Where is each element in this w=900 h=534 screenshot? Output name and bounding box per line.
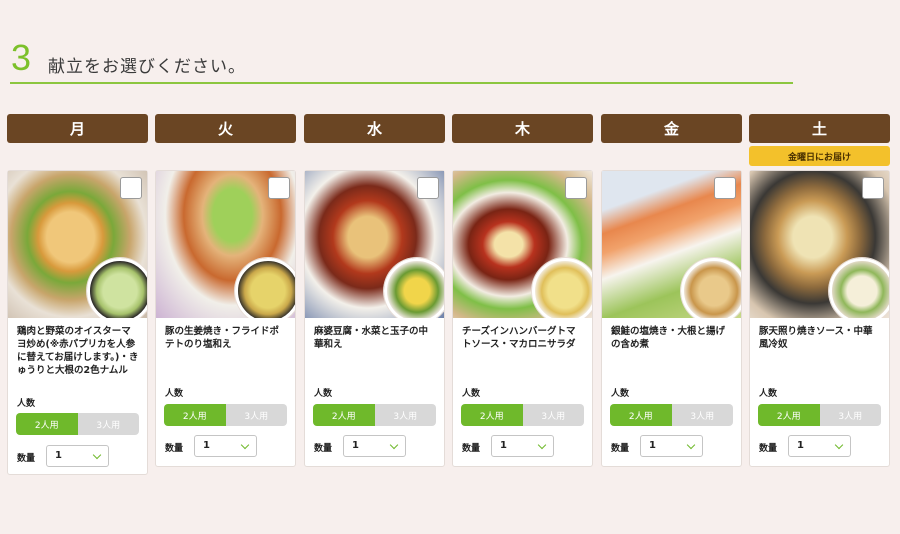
quantity-select[interactable]: 1 <box>640 435 703 457</box>
day-header-sat: 土 <box>749 114 890 143</box>
servings-option-2[interactable]: 2人用 <box>16 413 78 435</box>
quantity-value: 1 <box>55 450 62 461</box>
menu-card-sat: 豚天照り焼きソース・中華風冷奴 人数 2人用 3人用 数量 1 <box>749 170 890 467</box>
dish-photo <box>453 171 592 318</box>
servings-toggle: 2人用 3人用 <box>758 404 881 426</box>
servings-option-2[interactable]: 2人用 <box>313 404 375 426</box>
servings-label: 人数 <box>17 399 36 409</box>
quantity-label: 数量 <box>611 444 630 454</box>
menu-name: 豚天照り焼きソース・中華風冷奴 <box>759 326 873 350</box>
quantity-label: 数量 <box>314 444 333 454</box>
dish-photo <box>750 171 889 318</box>
day-header-mon: 月 <box>7 114 148 143</box>
servings-option-3[interactable]: 3人用 <box>819 404 881 426</box>
chevron-down-icon <box>686 440 696 450</box>
quantity-select[interactable]: 1 <box>194 435 257 457</box>
menu-name: 銀鮭の塩焼き・大根と揚げの含め煮 <box>611 326 726 350</box>
step-title: 献立をお選びください。 <box>48 57 246 77</box>
quantity-select[interactable]: 1 <box>343 435 406 457</box>
servings-label: 人数 <box>314 389 333 399</box>
servings-label: 人数 <box>759 389 778 399</box>
servings-option-2[interactable]: 2人用 <box>758 404 820 426</box>
quantity-select[interactable]: 1 <box>788 435 851 457</box>
servings-option-2[interactable]: 2人用 <box>164 404 226 426</box>
menu-card-tue: 豚の生姜焼き・フライドポテトのり塩和え 人数 2人用 3人用 数量 1 <box>155 170 296 467</box>
quantity-value: 1 <box>203 440 210 451</box>
select-checkbox[interactable] <box>565 177 587 199</box>
quantity-value: 1 <box>500 440 507 451</box>
dish-photo <box>602 171 741 318</box>
quantity-label: 数量 <box>17 454 36 464</box>
chevron-down-icon <box>92 450 102 460</box>
select-checkbox[interactable] <box>862 177 884 199</box>
chevron-down-icon <box>389 440 399 450</box>
servings-toggle: 2人用 3人用 <box>16 413 139 435</box>
menu-name: 豚の生姜焼き・フライドポテトのり塩和え <box>165 326 280 350</box>
quantity-value: 1 <box>352 440 359 451</box>
menu-card-mon: 鶏肉と野菜のオイスターマヨ炒め(※赤パプリカを人参に替えてお届けします。)・きゅ… <box>7 170 148 475</box>
select-checkbox[interactable] <box>417 177 439 199</box>
chevron-down-icon <box>240 440 250 450</box>
dish-photo <box>156 171 295 318</box>
servings-option-3[interactable]: 3人用 <box>671 404 733 426</box>
servings-label: 人数 <box>165 389 184 399</box>
servings-toggle: 2人用 3人用 <box>164 404 287 426</box>
servings-option-3[interactable]: 3人用 <box>522 404 584 426</box>
chevron-down-icon <box>537 440 547 450</box>
quantity-value: 1 <box>797 440 804 451</box>
select-checkbox[interactable] <box>714 177 736 199</box>
step-header: 3 献立をお選びください。 <box>10 38 793 84</box>
quantity-select[interactable]: 1 <box>491 435 554 457</box>
menu-card-wed: 麻婆豆腐・水菜と玉子の中華和え 人数 2人用 3人用 数量 1 <box>304 170 445 467</box>
servings-option-2[interactable]: 2人用 <box>610 404 672 426</box>
servings-toggle: 2人用 3人用 <box>461 404 584 426</box>
delivery-badge: 金曜日にお届け <box>749 146 890 166</box>
menu-name: 麻婆豆腐・水菜と玉子の中華和え <box>314 326 429 350</box>
step-number: 3 <box>11 37 32 78</box>
menu-card-thu: チーズインハンバーグトマトソース・マカロニサラダ 人数 2人用 3人用 数量 1 <box>452 170 593 467</box>
quantity-label: 数量 <box>462 444 481 454</box>
select-checkbox[interactable] <box>268 177 290 199</box>
servings-option-3[interactable]: 3人用 <box>374 404 436 426</box>
chevron-down-icon <box>834 440 844 450</box>
servings-option-3[interactable]: 3人用 <box>225 404 287 426</box>
menu-name: 鶏肉と野菜のオイスターマヨ炒め(※赤パプリカを人参に替えてお届けします。)・きゅ… <box>17 326 139 376</box>
day-header-tue: 火 <box>155 114 296 143</box>
servings-toggle: 2人用 3人用 <box>610 404 733 426</box>
servings-option-3[interactable]: 3人用 <box>77 413 139 435</box>
dish-photo <box>8 171 147 318</box>
servings-label: 人数 <box>462 389 481 399</box>
select-checkbox[interactable] <box>120 177 142 199</box>
servings-option-2[interactable]: 2人用 <box>461 404 523 426</box>
dish-photo <box>305 171 444 318</box>
menu-name: チーズインハンバーグトマトソース・マカロニサラダ <box>462 326 576 350</box>
day-header-wed: 水 <box>304 114 445 143</box>
menu-card-fri: 銀鮭の塩焼き・大根と揚げの含め煮 人数 2人用 3人用 数量 1 <box>601 170 742 467</box>
quantity-label: 数量 <box>165 444 184 454</box>
quantity-select[interactable]: 1 <box>46 445 109 467</box>
quantity-value: 1 <box>649 440 656 451</box>
day-header-thu: 木 <box>452 114 593 143</box>
servings-toggle: 2人用 3人用 <box>313 404 436 426</box>
day-header-fri: 金 <box>601 114 742 143</box>
quantity-label: 数量 <box>759 444 778 454</box>
servings-label: 人数 <box>611 389 630 399</box>
